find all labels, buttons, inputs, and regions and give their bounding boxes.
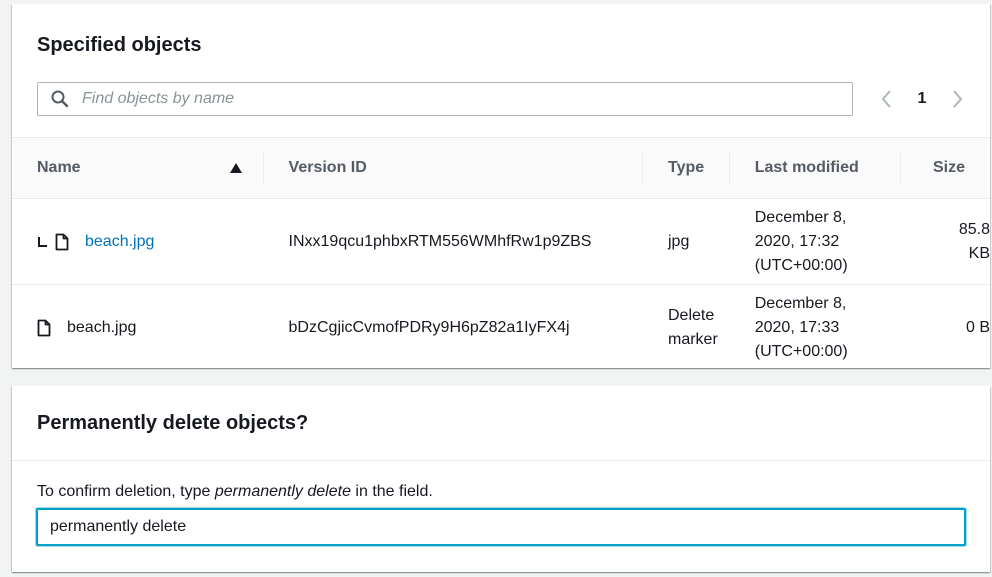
column-header-size-label: Size <box>932 159 965 176</box>
cell-type-line: marker <box>668 330 718 348</box>
search-input[interactable] <box>80 84 852 114</box>
column-header-type-label: Type <box>668 159 705 176</box>
file-icon <box>37 319 51 337</box>
cell-name: beach.jpg <box>12 198 264 285</box>
next-page-button[interactable] <box>944 86 970 112</box>
cell-modified-line: December 8, <box>754 208 847 226</box>
object-name-link[interactable]: beach.jpg <box>85 230 154 254</box>
table-header-row: Name Version ID Type Last modified Size <box>12 137 990 199</box>
cell-last-modified: December 8, 2020, 17:32 (UTC+00:00) <box>729 198 902 285</box>
current-page-number[interactable]: 1 <box>900 90 944 108</box>
specified-objects-title: Specified objects <box>37 34 202 56</box>
confirm-deletion-input[interactable] <box>36 508 966 546</box>
object-name: beach.jpg <box>67 318 137 336</box>
file-icon <box>55 233 69 250</box>
column-header-version-id[interactable]: Version ID <box>263 137 643 199</box>
cell-type-line: jpg <box>668 232 690 250</box>
cell-last-modified: December 8, 2020, 17:33 (UTC+00:00) <box>729 284 902 371</box>
table-row: beach.jpg bDzCgjicCvmofPDRy9H6pZ82a1IyFX… <box>12 284 990 371</box>
column-header-last-modified[interactable]: Last modified <box>729 137 902 199</box>
column-header-version-id-label: Version ID <box>288 159 367 176</box>
table-row: beach.jpg INxx19qcu1phbxRTM556WMhfRw1p9Z… <box>12 198 990 285</box>
column-header-type[interactable]: Type <box>643 137 730 199</box>
cell-size-line: 0 B <box>965 318 990 336</box>
cell-version-id: INxx19qcu1phbxRTM556WMhfRw1p9ZBS <box>263 198 643 285</box>
cell-modified-line: December 8, <box>754 294 847 312</box>
search-box[interactable] <box>37 82 853 116</box>
cell-name: beach.jpg <box>12 284 264 371</box>
panel-divider <box>12 460 990 461</box>
column-header-last-modified-label: Last modified <box>754 159 859 176</box>
cell-size-line: 85.8 <box>958 220 990 238</box>
column-header-name-label: Name <box>37 159 81 176</box>
cell-modified-line: (UTC+00:00) <box>754 256 848 274</box>
cell-size-line: KB <box>968 244 990 262</box>
chevron-right-icon <box>953 90 963 108</box>
cell-size: 85.8 KB <box>901 198 990 285</box>
confirm-label-prefix: To confirm deletion, type <box>37 483 215 500</box>
cell-modified-line: (UTC+00:00) <box>754 342 848 360</box>
sort-ascending-icon[interactable] <box>229 163 242 173</box>
pagination: 1 <box>874 86 970 112</box>
specified-objects-panel: Specified objects 1 Name <box>12 4 990 371</box>
cell-modified-line: 2020, 17:33 <box>754 318 840 336</box>
cell-modified-line: 2020, 17:32 <box>754 232 840 250</box>
objects-table: Name Version ID Type Last modified Size … <box>12 137 990 371</box>
cell-type: Delete marker <box>643 284 730 371</box>
chevron-left-icon <box>881 90 891 108</box>
version-branch-icon <box>38 236 47 247</box>
previous-page-button[interactable] <box>874 86 900 112</box>
cell-version-id: bDzCgjicCvmofPDRy9H6pZ82a1IyFX4j <box>263 284 643 371</box>
confirm-label-suffix: in the field. <box>350 483 433 500</box>
cell-size: 0 B <box>901 284 990 371</box>
cell-type: jpg <box>643 198 730 285</box>
column-header-name[interactable]: Name <box>12 137 264 199</box>
confirm-label-emphasis: permanently delete <box>214 483 351 500</box>
permanently-delete-panel: Permanently delete objects? To confirm d… <box>12 386 990 572</box>
confirm-deletion-label: To confirm deletion, type permanently de… <box>37 483 433 501</box>
cell-type-line: Delete <box>668 306 715 324</box>
search-icon <box>51 90 69 108</box>
column-header-size[interactable]: Size <box>901 137 990 199</box>
permanently-delete-title: Permanently delete objects? <box>37 412 309 434</box>
